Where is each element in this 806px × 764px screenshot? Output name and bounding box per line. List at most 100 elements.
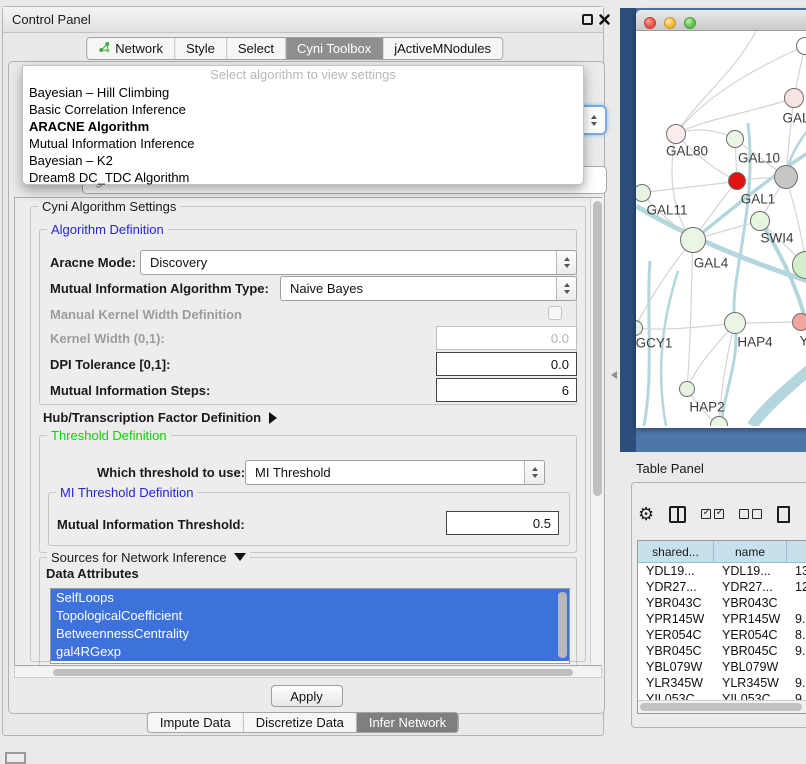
table-row[interactable]: YDR27...YDR27...12 — [638, 579, 806, 595]
screen: Control Panel NetworkStyleSelectCyni Too… — [0, 0, 806, 762]
node-GAL10[interactable] — [726, 130, 744, 148]
tab-discretize-data[interactable]: Discretize Data — [244, 713, 357, 732]
dpi-tolerance-field[interactable]: 0.0 — [436, 352, 577, 376]
combo-stepper-icon[interactable] — [556, 277, 576, 300]
table-cell: 8. — [787, 627, 806, 643]
network-window-titlebar — [636, 10, 806, 31]
tab-impute-data[interactable]: Impute Data — [148, 713, 244, 732]
mi-threshold-group-title: MI Threshold Definition — [56, 485, 197, 500]
select-all-columns-icon[interactable] — [701, 509, 724, 519]
hub-definition-label: Hub/Transcription Factor Definition — [43, 410, 261, 425]
node-HAP2[interactable] — [679, 381, 695, 397]
column-header-shared-[interactable]: shared... — [638, 541, 714, 562]
close-traffic-light-icon[interactable] — [644, 17, 656, 29]
node-gal-pink[interactable] — [784, 88, 804, 108]
node-label-hap4: HAP4 — [737, 335, 772, 350]
export-table-icon[interactable] — [777, 506, 790, 523]
kernel-width-value: 0.0 — [551, 331, 569, 346]
columns-icon[interactable] — [669, 506, 686, 523]
dropdown-item-aracne-algorithm[interactable]: ARACNE Algorithm — [23, 118, 583, 135]
table-cell: YLR345W — [638, 675, 714, 691]
node-GAL1[interactable] — [728, 172, 746, 190]
mi-steps-label: Mutual Information Steps: — [50, 383, 210, 398]
table-panel: ⚙ shared...nameA YDL19...YDL19...13YDR27… — [631, 482, 806, 728]
settings-vertical-scrollbar[interactable] — [590, 198, 603, 665]
mi-threshold-value: 0.5 — [533, 516, 551, 531]
control-panel: Control Panel NetworkStyleSelectCyni Too… — [2, 6, 604, 736]
dropdown-item-dream8-dc-tdc-algorithm[interactable]: Dream8 DC_TDC Algorithm — [23, 169, 583, 186]
mi-threshold-field[interactable]: 0.5 — [446, 511, 559, 535]
table-body: YDL19...YDL19...13YDR27...YDR27...12YBR0… — [638, 563, 806, 702]
data-attributes-list[interactable]: SelfLoopsTopologicalCoefficientBetweenne… — [50, 588, 570, 664]
dropdown-item-basic-correlation-inference[interactable]: Basic Correlation Inference — [23, 101, 583, 118]
table-row[interactable]: YER054CYER054C8. — [638, 627, 806, 643]
column-header-name[interactable]: name — [714, 541, 787, 562]
float-window-icon[interactable] — [582, 14, 593, 25]
apply-button[interactable]: Apply — [271, 685, 343, 707]
aracne-mode-value: Discovery — [150, 255, 207, 270]
table-cell: 13 — [787, 563, 806, 579]
attribute-item-betweennesscentrality[interactable]: BetweennessCentrality — [51, 625, 569, 643]
which-threshold-label: Which threshold to use: — [97, 465, 245, 480]
attribute-item-selfloops[interactable]: SelfLoops — [51, 589, 569, 607]
control-panel-content: galFiltered.sif default node Select algo… — [8, 61, 605, 714]
tab-cyni-toolbox[interactable]: Cyni Toolbox — [286, 38, 383, 59]
mi-type-combobox[interactable]: Naive Bayes — [280, 276, 577, 301]
tab-jactivemnodules[interactable]: jActiveMNodules — [383, 38, 502, 59]
node-GAL4[interactable] — [680, 227, 706, 253]
zoom-traffic-light-icon[interactable] — [684, 17, 696, 29]
table-row[interactable]: YDL19...YDL19...13 — [638, 563, 806, 579]
node-HAP4[interactable] — [724, 312, 746, 334]
table-row[interactable]: YBL079WYBL079W — [638, 659, 806, 675]
gear-icon[interactable]: ⚙ — [638, 505, 654, 523]
tab-network[interactable]: Network — [87, 38, 175, 59]
dpi-tolerance-label: DPI Tolerance [0,1]: — [50, 357, 170, 372]
network-canvas[interactable]: GAL80GAL10GAL1GAL11SWI4GAL4GALGCY1HAP4YH… — [636, 31, 806, 426]
node-gray[interactable] — [774, 165, 798, 189]
list-scrollbar-thumb[interactable] — [558, 592, 567, 658]
combo-stepper-icon[interactable] — [556, 251, 576, 274]
tab-label: jActiveMNodules — [394, 41, 491, 56]
panel-collapse-handle[interactable] — [611, 371, 617, 379]
dropdown-item-bayesian-hill-climbing[interactable]: Bayesian – Hill Climbing — [23, 84, 583, 101]
collapse-arrow-icon[interactable] — [234, 553, 246, 561]
attribute-item-gal4rgexp[interactable]: gal4RGexp — [51, 643, 569, 661]
tab-infer-network[interactable]: Infer Network — [357, 713, 458, 732]
algorithm-dropdown-list: Bayesian – Hill ClimbingBasic Correlatio… — [23, 84, 583, 186]
expand-arrow-icon[interactable] — [269, 412, 277, 424]
mi-steps-field[interactable]: 6 — [436, 378, 577, 402]
minimized-panel-tab[interactable] — [5, 752, 26, 764]
kernel-width-field[interactable]: 0.0 — [436, 326, 577, 350]
deselect-all-columns-icon[interactable] — [739, 509, 762, 519]
settings-horizontal-scrollbar[interactable] — [14, 667, 602, 678]
table-cell: 12 — [787, 579, 806, 595]
node-GAL80[interactable] — [666, 124, 686, 144]
dropdown-placeholder: Select algorithm to view settings — [23, 66, 583, 84]
minimize-traffic-light-icon[interactable] — [664, 17, 676, 29]
combo-stepper-icon[interactable] — [585, 109, 603, 131]
table-row[interactable]: YLR345WYLR345W9. — [638, 675, 806, 691]
column-header-a[interactable]: A — [787, 541, 806, 562]
close-icon[interactable] — [599, 14, 610, 25]
node-label-hap2: HAP2 — [689, 400, 724, 415]
table-row[interactable]: YBR043CYBR043C — [638, 595, 806, 611]
tab-style[interactable]: Style — [175, 38, 227, 59]
aracne-mode-combobox[interactable]: Discovery — [140, 250, 577, 275]
mi-type-label: Mutual Information Algorithm Type: — [50, 281, 269, 296]
hub-definition-toggle[interactable]: Hub/Transcription Factor Definition — [43, 410, 277, 425]
combo-stepper-icon[interactable] — [524, 461, 544, 484]
dropdown-item-bayesian-k2[interactable]: Bayesian – K2 — [23, 152, 583, 169]
table-cell: YBR045C — [638, 643, 714, 659]
which-threshold-combobox[interactable]: MI Threshold — [245, 460, 545, 485]
node-SWI4[interactable] — [750, 211, 770, 231]
attr-items: SelfLoopsTopologicalCoefficientBetweenne… — [51, 589, 569, 661]
dropdown-item-mutual-information-inference[interactable]: Mutual Information Inference — [23, 135, 583, 152]
attribute-item-topologicalcoefficient[interactable]: TopologicalCoefficient — [51, 607, 569, 625]
manual-kernel-checkbox[interactable] — [548, 306, 562, 320]
tab-select[interactable]: Select — [227, 38, 286, 59]
node-label-gal80: GAL80 — [666, 144, 708, 159]
table-row[interactable]: YPR145WYPR145W9. — [638, 611, 806, 627]
table-row[interactable]: YBR045CYBR045C9. — [638, 643, 806, 659]
table-horizontal-scrollbar[interactable] — [638, 700, 806, 713]
node-salmon[interactable] — [792, 313, 806, 331]
